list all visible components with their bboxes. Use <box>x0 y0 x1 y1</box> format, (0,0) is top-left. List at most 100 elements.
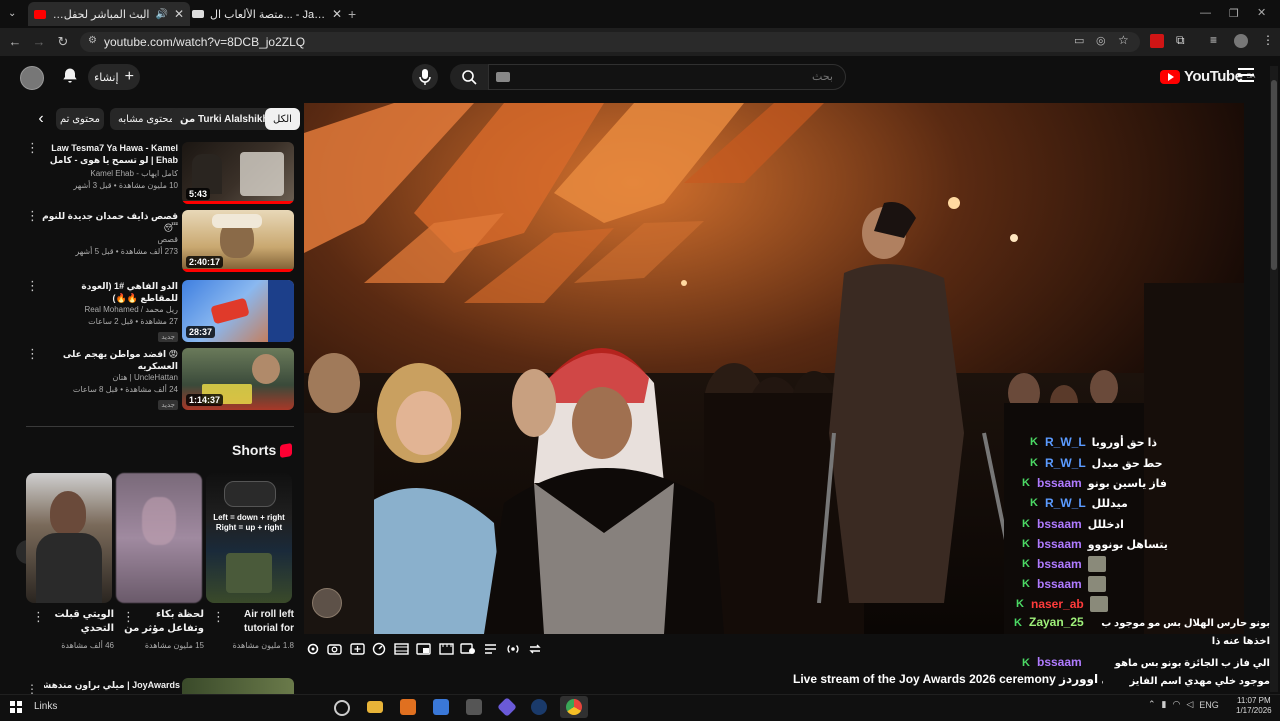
media-control-icon[interactable]: ≡ <box>1210 33 1217 47</box>
chip-all[interactable]: الكل <box>265 108 300 130</box>
minimize-icon[interactable]: — <box>1200 7 1211 19</box>
chapters-icon[interactable] <box>393 640 410 658</box>
short-caption[interactable]: الويتي قبلت التحدي <box>30 608 114 636</box>
video-thumbnail[interactable]: 5:43 <box>182 142 294 204</box>
site-info-icon[interactable]: ⚙ <box>88 35 97 46</box>
video-thumbnail[interactable]: 1:14:37 <box>182 348 294 410</box>
voice-search-button[interactable] <box>412 64 438 90</box>
short-caption[interactable]: لحظة بكاء وتفاعل مؤثر من الجمهو... <box>120 608 204 636</box>
chip-from-channel[interactable]: من Turki Alalshikh <box>172 108 277 130</box>
chat-username[interactable]: R_W_L <box>1045 435 1086 449</box>
video-item[interactable]: ⋮ الدو الفاهي #1 (العودة للمقاطع 🔥🔥) ريل… <box>26 279 296 344</box>
windows-start-icon[interactable] <box>10 701 22 713</box>
chat-username[interactable]: bssaam <box>1037 476 1082 490</box>
chat-username[interactable]: R_W_L <box>1045 456 1086 470</box>
eye-off-icon[interactable]: ◎ <box>1096 34 1106 47</box>
wifi-icon[interactable]: ◠ <box>1173 699 1181 710</box>
video-item[interactable]: ⋮ قصص ذايف حمدان جديدة للنوم 😴 قصص 273 أ… <box>26 209 296 274</box>
short-caption[interactable]: Air roll left tutorial for <box>210 608 294 636</box>
bookmark-star-icon[interactable]: ☆ <box>1118 33 1129 47</box>
microphone-tray-icon[interactable]: ▮ <box>1162 699 1167 710</box>
links-toolbar[interactable]: Links <box>34 701 57 712</box>
chat-username[interactable]: Zayan_25 <box>1029 615 1084 629</box>
short-thumbnail[interactable] <box>116 473 202 603</box>
browser-tab-active[interactable]: البث المباشر لحفل جوي اوورد 🔊 ✕ <box>28 2 190 26</box>
video-channel[interactable]: ريل محمد / Real Mohamed <box>42 304 178 316</box>
more-options-icon[interactable]: ⋮ <box>26 141 39 154</box>
taskbar-app-icon[interactable] <box>334 700 350 716</box>
steam-icon[interactable] <box>531 699 547 715</box>
notifications-bell-icon[interactable] <box>60 66 80 86</box>
back-icon[interactable]: ← <box>6 33 24 51</box>
subtitles-icon[interactable] <box>482 640 499 658</box>
chat-username[interactable]: bssaam <box>1037 517 1082 531</box>
chat-username[interactable]: bssaam <box>1037 655 1082 669</box>
taskbar-app-icon[interactable] <box>466 699 482 715</box>
video-title[interactable]: الدو الفاهي #1 (العودة للمقاطع 🔥🔥) <box>42 280 178 304</box>
film-strip-icon[interactable] <box>438 640 455 658</box>
video-channel[interactable]: UncleHattan | هتان <box>42 372 179 384</box>
restore-icon[interactable]: ❐ <box>1229 7 1239 20</box>
store-icon[interactable] <box>433 699 449 715</box>
taskbar-clock[interactable]: 11:07 PM 1/17/2026 <box>1236 696 1272 716</box>
new-tab-icon[interactable]: + <box>348 6 356 22</box>
search-field[interactable] <box>488 64 846 90</box>
close-tab-icon[interactable]: ✕ <box>332 7 342 21</box>
chips-prev-chevron-icon[interactable]: ‹ <box>32 110 50 128</box>
keyboard-icon[interactable] <box>496 72 510 82</box>
miniplayer-icon[interactable] <box>415 640 432 658</box>
create-button[interactable]: إنشاء + <box>88 64 140 90</box>
extension-icon[interactable] <box>1150 34 1164 48</box>
more-options-icon[interactable]: ⋮ <box>26 279 39 292</box>
video-title[interactable]: Law Tesma7 Ya Hawa - Kamel Ehab | لو تسم… <box>42 142 178 168</box>
taskbar-app-icon[interactable] <box>400 699 416 715</box>
settings-gear-icon[interactable] <box>304 640 321 658</box>
search-input[interactable] <box>489 65 845 89</box>
video-title[interactable]: 😡 افضد مواطن يهجم على العسكريه <box>42 348 178 372</box>
video-thumbnail[interactable]: 28:37 <box>182 280 294 342</box>
scrollbar-thumb[interactable] <box>1271 80 1277 270</box>
chat-username[interactable]: naser_ab <box>1031 597 1084 611</box>
search-button[interactable] <box>450 64 488 90</box>
account-avatar[interactable] <box>20 66 44 90</box>
reload-icon[interactable]: ↻ <box>54 33 72 51</box>
short-thumbnail[interactable]: Left = down + right Right = up + right <box>206 473 292 603</box>
close-window-icon[interactable]: ✕ <box>1257 6 1266 19</box>
video-title[interactable]: JoyAwards | ميلي براون مندهشة <box>44 680 180 691</box>
profile-avatar[interactable] <box>1234 34 1248 48</box>
extensions-puzzle-icon[interactable]: ⧉ <box>1176 33 1185 48</box>
add-frame-icon[interactable] <box>349 640 366 658</box>
video-item[interactable]: ⋮ 😡 افضد مواطن يهجم على العسكريه UncleHa… <box>26 347 296 412</box>
chat-username[interactable]: bssaam <box>1037 557 1082 571</box>
chip-recent[interactable]: محتوى تم <box>56 108 104 130</box>
tab-list-chevron-icon[interactable]: ⌄ <box>8 8 16 19</box>
video-item[interactable]: ⋮ Law Tesma7 Ya Hawa - Kamel Ehab | لو ت… <box>26 141 296 206</box>
video-channel[interactable]: قصص <box>42 234 178 246</box>
video-thumbnail[interactable] <box>182 678 294 694</box>
guide-menu-icon[interactable] <box>1238 68 1254 82</box>
broadcast-icon[interactable] <box>504 640 521 658</box>
volume-icon[interactable]: ◁ <box>1186 699 1193 710</box>
forward-icon[interactable]: → <box>30 33 48 51</box>
tray-chevron-icon[interactable]: ⌃ <box>1148 699 1156 710</box>
close-tab-icon[interactable]: ✕ <box>174 7 184 21</box>
video-title[interactable]: قصص ذايف حمدان جديدة للنوم 😴 <box>42 210 178 234</box>
browser-tab[interactable]: متصة الألعاب ال... - Jawlah | جولة ✕ <box>186 4 348 24</box>
audio-icon[interactable]: 🔊 <box>155 9 167 20</box>
file-explorer-icon[interactable] <box>367 701 383 713</box>
loop-icon[interactable] <box>527 640 544 658</box>
chat-username[interactable]: bssaam <box>1037 537 1082 551</box>
language-indicator[interactable]: ENG <box>1199 700 1219 710</box>
screenshot-camera-icon[interactable] <box>326 640 343 658</box>
url-text[interactable]: youtube.com/watch?v=8DCB_jo2ZLQ <box>104 35 305 49</box>
browser-menu-icon[interactable]: ⋮ <box>1262 33 1274 47</box>
chat-username[interactable]: bssaam <box>1037 577 1082 591</box>
cast-icon[interactable]: ▭ <box>1074 34 1084 47</box>
more-options-icon[interactable]: ⋮ <box>26 347 39 360</box>
short-thumbnail[interactable] <box>26 473 112 603</box>
video-channel[interactable]: كامل ايهاب - Kamel Ehab <box>42 168 178 180</box>
chat-username[interactable]: R_W_L <box>1045 496 1086 510</box>
video-thumbnail[interactable]: 2:40:17 <box>182 210 294 272</box>
channel-watermark[interactable] <box>312 588 342 618</box>
playback-speed-icon[interactable] <box>371 640 388 658</box>
